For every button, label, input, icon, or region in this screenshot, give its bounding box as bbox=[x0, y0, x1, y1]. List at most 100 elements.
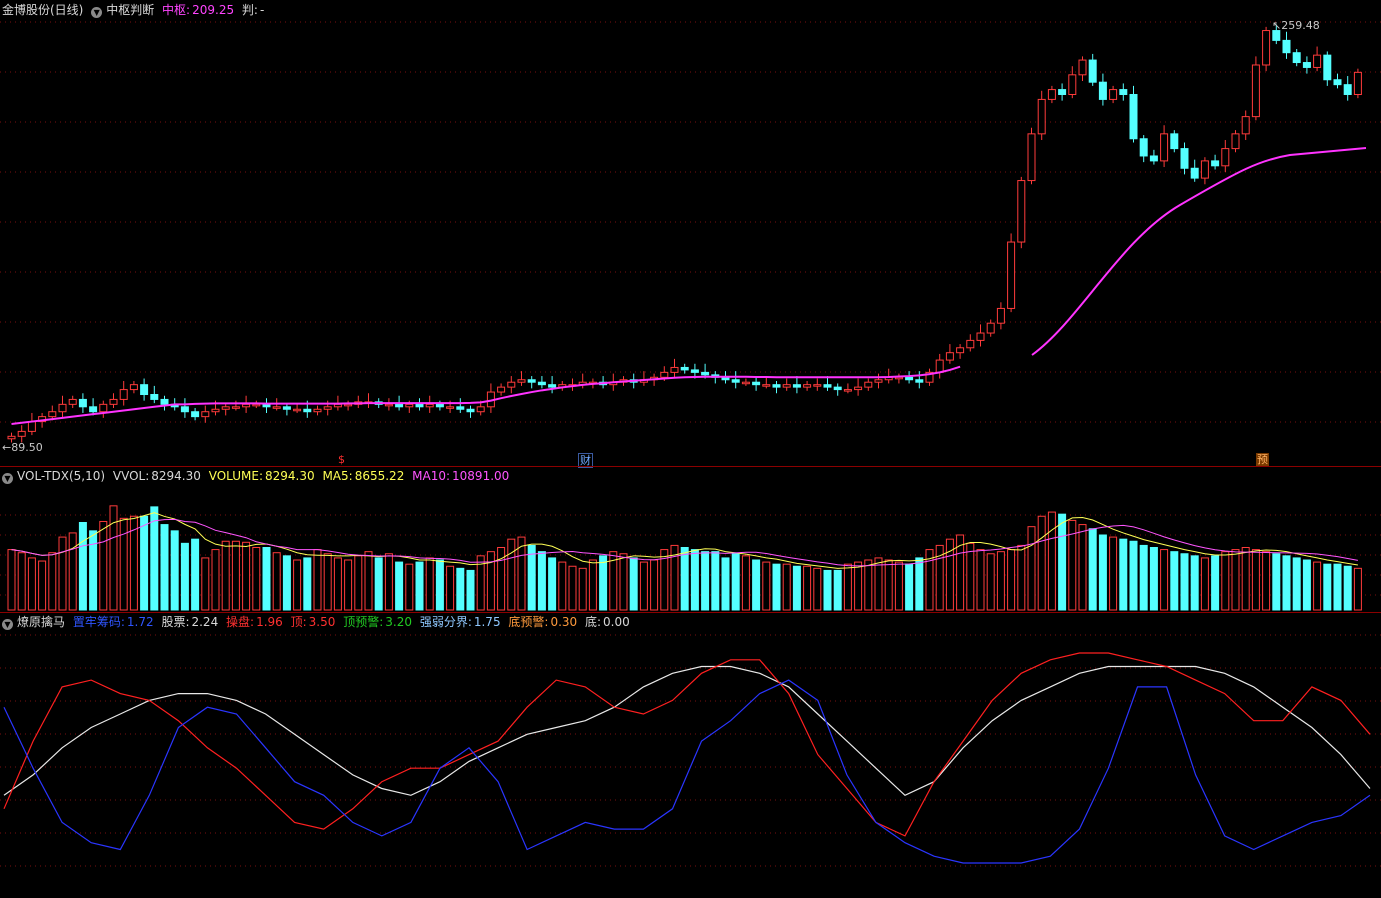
volume-bar bbox=[1160, 549, 1169, 611]
volume-bar bbox=[537, 551, 546, 611]
volume-bar bbox=[823, 569, 832, 611]
volume-bar bbox=[1231, 549, 1240, 611]
volume-bar bbox=[680, 547, 689, 611]
volume-bar bbox=[1282, 555, 1291, 611]
candle-body bbox=[1017, 180, 1026, 243]
oscillator-panel[interactable]: ▼ 燎原擒马 置牢筹码: 1.72 股票: 2.24 操盘: 1.96 顶: 3.50 顶… bbox=[0, 613, 1381, 898]
candle-body bbox=[833, 386, 842, 391]
volume-bar bbox=[588, 559, 597, 611]
volume-bar bbox=[231, 540, 240, 611]
oscillator-chart[interactable] bbox=[0, 613, 1381, 898]
candle-body bbox=[843, 389, 852, 392]
volume-bar bbox=[333, 557, 342, 611]
candle-body bbox=[231, 406, 240, 409]
candle-body bbox=[670, 366, 679, 373]
candle-body bbox=[293, 408, 302, 412]
volume-bar bbox=[1078, 524, 1087, 611]
volume-bar bbox=[211, 549, 220, 611]
volume-bar bbox=[364, 551, 373, 611]
volume-bar bbox=[599, 555, 608, 611]
candle-body bbox=[99, 403, 108, 413]
candle-body bbox=[1068, 74, 1077, 95]
volume-bar bbox=[38, 560, 47, 611]
volume-bar bbox=[1047, 511, 1056, 611]
event-marker-forecast[interactable]: 预 bbox=[1256, 453, 1269, 466]
candle-body bbox=[1037, 98, 1046, 135]
volume-bar bbox=[7, 549, 16, 611]
candle-body bbox=[1078, 59, 1087, 76]
event-marker-dividend[interactable]: $ bbox=[337, 453, 346, 466]
candle-body bbox=[211, 408, 220, 413]
volume-bar bbox=[1190, 555, 1199, 611]
volume-bar bbox=[180, 542, 189, 611]
candle-body bbox=[1007, 241, 1016, 309]
candle-body bbox=[660, 371, 669, 378]
candle-body bbox=[272, 406, 281, 409]
candle-body bbox=[854, 386, 863, 391]
candle-body bbox=[1251, 64, 1260, 118]
candle-body bbox=[1282, 39, 1291, 54]
candle-body bbox=[548, 384, 557, 388]
volume-bar bbox=[1027, 526, 1036, 611]
kline-chart[interactable] bbox=[0, 0, 1381, 466]
volume-bar bbox=[1262, 551, 1271, 611]
volume-bar bbox=[1211, 555, 1220, 611]
volume-bar bbox=[1221, 551, 1230, 611]
candle-body bbox=[1129, 93, 1138, 140]
candle-body bbox=[690, 369, 699, 373]
candle-body bbox=[1027, 133, 1036, 182]
volume-bar bbox=[874, 557, 883, 611]
candle-body bbox=[517, 379, 526, 383]
volume-bar bbox=[1129, 540, 1138, 611]
volume-bar bbox=[1302, 559, 1311, 611]
candle-body bbox=[1313, 54, 1322, 68]
volume-bar bbox=[1088, 528, 1097, 611]
volume-bar bbox=[772, 563, 781, 611]
candle-body bbox=[1119, 89, 1128, 95]
candle-body bbox=[344, 403, 353, 407]
kline-panel[interactable]: 金博股份(日线) ▼ 中枢判断 中枢: 209.25 判: - ↖259.48 ←89… bbox=[0, 0, 1381, 468]
candle-body bbox=[415, 403, 424, 408]
candle-body bbox=[7, 435, 16, 440]
candle-body bbox=[1353, 71, 1362, 95]
volume-bar bbox=[109, 505, 118, 611]
candle-body bbox=[313, 408, 322, 413]
volume-bar bbox=[221, 540, 230, 611]
volume-bar bbox=[527, 544, 536, 611]
volume-chart[interactable] bbox=[0, 467, 1381, 612]
candle-body bbox=[935, 359, 944, 373]
candle-body bbox=[27, 421, 36, 432]
candle-body bbox=[752, 381, 761, 386]
volume-bar bbox=[119, 517, 128, 611]
volume-bar bbox=[854, 561, 863, 611]
candle-body bbox=[956, 347, 965, 354]
volume-bar bbox=[160, 524, 169, 611]
candle-body bbox=[303, 408, 312, 413]
candle-body bbox=[741, 381, 750, 385]
candle-body bbox=[1088, 59, 1097, 83]
candle-body bbox=[1058, 89, 1067, 95]
volume-bar bbox=[558, 561, 567, 611]
candle-body bbox=[180, 406, 189, 413]
candle-body bbox=[395, 403, 404, 408]
volume-bar bbox=[792, 565, 801, 611]
candle-body bbox=[1047, 89, 1056, 100]
candle-body bbox=[17, 430, 26, 437]
volume-bar bbox=[456, 567, 465, 611]
candle-body bbox=[1262, 30, 1271, 66]
volume-bar bbox=[1037, 515, 1046, 611]
volume-panel[interactable]: ▼ VOL-TDX(5,10) VVOL: 8294.30 VOLUME: 8294.… bbox=[0, 467, 1381, 612]
candle-body bbox=[813, 384, 822, 387]
volume-bar bbox=[272, 552, 281, 611]
candle-body bbox=[701, 371, 710, 376]
candle-body bbox=[191, 411, 200, 418]
oscillator-blue-line bbox=[3, 679, 1371, 864]
candle-body bbox=[782, 384, 791, 388]
volume-bar bbox=[650, 559, 659, 611]
volume-bar bbox=[1007, 549, 1016, 611]
volume-bar bbox=[864, 559, 873, 611]
candle-body bbox=[1241, 116, 1250, 135]
candle-body bbox=[996, 307, 1005, 324]
volume-bar bbox=[58, 536, 67, 611]
volume-bar bbox=[1170, 551, 1179, 611]
